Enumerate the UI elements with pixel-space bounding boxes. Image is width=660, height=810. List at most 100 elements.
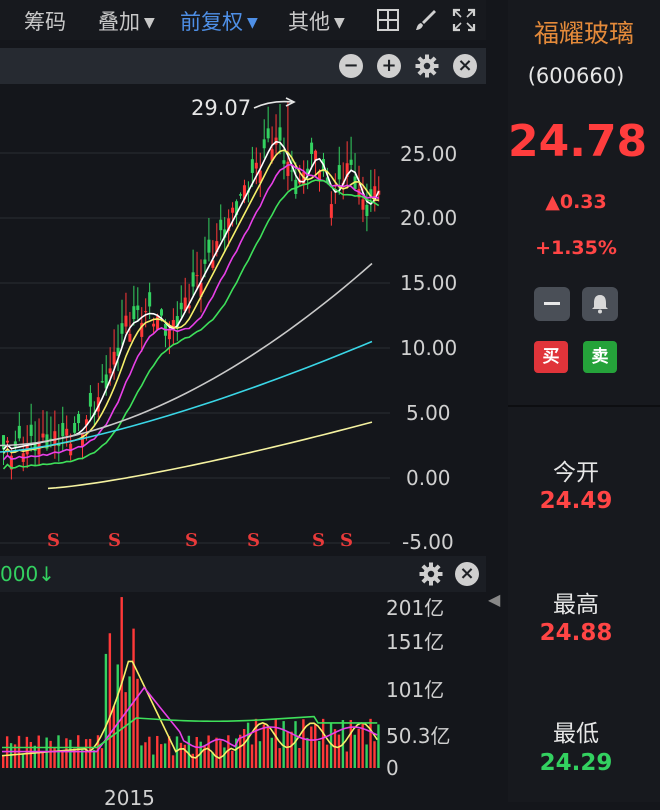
other-label: 其他 — [288, 10, 330, 34]
y-tick-10: 10.00 — [400, 336, 458, 360]
candle-body — [17, 425, 21, 439]
peak-arrow-icon — [253, 97, 296, 109]
price-change-pct: +1.35% — [535, 237, 617, 259]
candle-body — [65, 428, 69, 436]
candle-body — [112, 351, 116, 365]
volume-bar — [100, 748, 104, 768]
volume-bar — [53, 747, 56, 768]
candle-body — [179, 302, 183, 310]
candle-body — [88, 392, 92, 407]
zoom-in-icon[interactable]: + — [377, 54, 401, 78]
remove-watchlist-button[interactable] — [534, 287, 570, 321]
last-price: 24.78 — [508, 116, 648, 167]
volume-bar — [116, 664, 119, 768]
ma5-line — [2, 140, 380, 450]
volume-bar — [163, 743, 167, 768]
chevron-down-icon: ▼ — [247, 15, 258, 31]
buy-button[interactable]: 买 — [534, 341, 568, 373]
volume-bar — [258, 741, 262, 768]
candle-body — [365, 204, 369, 216]
volume-bar — [2, 755, 5, 768]
volume-bar — [333, 729, 337, 768]
volume-chart[interactable] — [0, 592, 382, 802]
volume-bar — [61, 751, 64, 768]
candle-body — [219, 219, 223, 231]
stock-code: (600660) — [527, 64, 625, 88]
close-chart-icon[interactable]: × — [453, 54, 477, 78]
chip-distribution-button[interactable]: 筹码 — [24, 6, 66, 36]
chip-label: 筹码 — [24, 10, 66, 34]
y-tick-0: 0.00 — [406, 466, 451, 490]
sell-signal-mark: S — [108, 530, 121, 551]
y-tick-5: 5.00 — [406, 401, 451, 425]
close-volume-icon[interactable]: × — [455, 562, 479, 586]
candle-body — [282, 160, 286, 164]
volume-bar — [152, 754, 155, 768]
volume-bar — [33, 745, 36, 768]
overlay-dropdown[interactable]: 叠加 ▼ — [98, 6, 155, 36]
candle-body — [5, 440, 9, 443]
volume-bar — [124, 692, 127, 768]
sell-button[interactable]: 卖 — [583, 341, 617, 373]
alert-bell-button[interactable] — [582, 287, 618, 321]
volume-bar — [242, 728, 246, 768]
other-dropdown[interactable]: 其他 ▼ — [288, 6, 345, 36]
candle-body — [231, 207, 235, 213]
candle-body — [128, 333, 132, 342]
zoom-out-icon[interactable]: − — [339, 54, 363, 78]
volume-bar — [65, 738, 68, 768]
y-tick-20: 20.00 — [400, 206, 458, 230]
candle-body — [207, 239, 211, 253]
collapse-panel-icon[interactable]: ◀ — [488, 590, 500, 609]
grid-layout-icon[interactable] — [376, 8, 400, 32]
candle-body — [290, 170, 294, 172]
divider — [508, 405, 660, 407]
adjust-label: 前复权 — [180, 10, 243, 34]
candle-body — [310, 142, 314, 154]
high-value: 24.88 — [539, 620, 613, 646]
fullscreen-icon[interactable] — [452, 8, 476, 32]
volume-bar — [231, 750, 234, 768]
candle-body — [120, 323, 124, 334]
candle-body — [124, 315, 128, 327]
settings-gear-icon[interactable] — [419, 562, 443, 586]
volume-bar — [140, 745, 143, 768]
ma30-line — [2, 179, 380, 470]
volume-bar — [156, 735, 159, 768]
volume-bar — [148, 736, 151, 768]
quote-sidebar: 福耀玻璃 (600660) 24.78 ▲0.33 +1.35% 买 卖 今开 … — [508, 0, 660, 802]
price-adjust-dropdown[interactable]: 前复权 ▼ — [180, 6, 258, 36]
volume-bar — [278, 748, 281, 768]
vol-tick-0: 0 — [386, 756, 399, 780]
volume-bar — [270, 737, 273, 768]
candlestick-chart[interactable] — [0, 88, 390, 556]
candle-body — [100, 381, 104, 383]
candle-body — [278, 127, 282, 141]
volume-bar — [357, 728, 360, 768]
brush-draw-icon[interactable] — [414, 8, 438, 32]
candle-body — [132, 306, 136, 320]
sell-signal-mark: S — [47, 530, 60, 551]
candle-body — [361, 199, 365, 210]
volume-bar — [298, 747, 301, 768]
volume-bar — [290, 731, 293, 768]
y-tick-25: 25.00 — [400, 142, 458, 166]
high-label: 最高 — [553, 592, 599, 618]
low-label: 最低 — [553, 721, 599, 747]
overlay-label: 叠加 — [98, 10, 140, 34]
volume-bar — [239, 734, 242, 768]
volume-bar — [325, 744, 329, 768]
volume-bar — [191, 753, 194, 768]
open-value: 24.49 — [539, 488, 613, 514]
candle-body — [148, 292, 152, 307]
open-label: 今开 — [553, 460, 599, 486]
vol-tick-50: 50.3亿 — [386, 724, 451, 748]
minus-icon — [544, 302, 560, 305]
volume-bar — [179, 742, 183, 768]
candle-body — [191, 272, 195, 287]
volume-title: 000↓ — [0, 562, 55, 586]
settings-gear-icon[interactable] — [415, 54, 439, 78]
candle-body — [266, 128, 270, 139]
price-change: ▲0.33 — [508, 191, 644, 213]
volume-bar — [144, 742, 147, 768]
